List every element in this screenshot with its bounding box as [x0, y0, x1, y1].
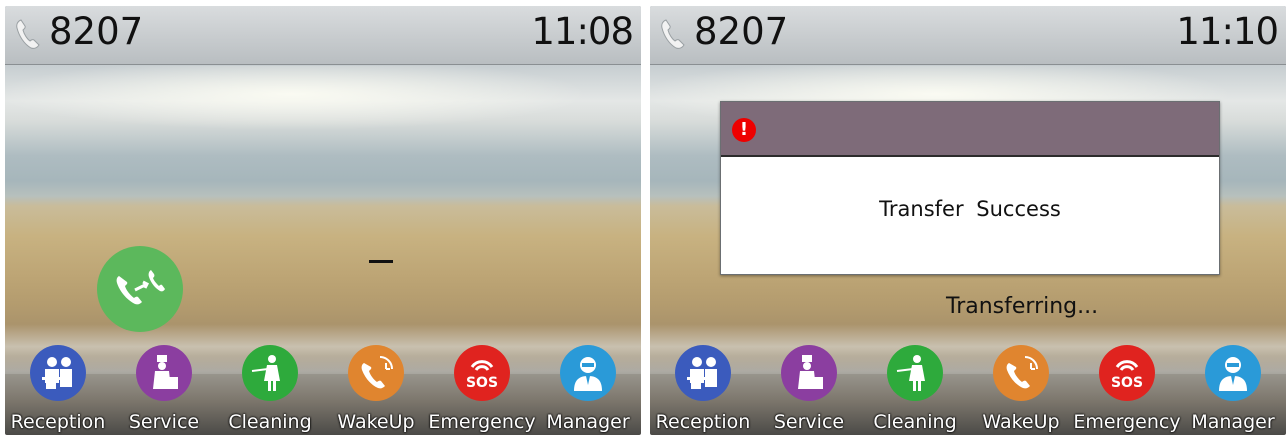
shortcut-service[interactable]: Service	[111, 341, 217, 435]
clock-time: 11:10	[1176, 10, 1279, 53]
dialog-header: !	[721, 102, 1219, 157]
wakeup-icon	[993, 345, 1049, 401]
service-icon	[781, 345, 837, 401]
phone-handset-icon	[661, 19, 685, 49]
shortcut-label: Emergency	[1073, 411, 1181, 433]
alert-icon: !	[732, 118, 756, 142]
shortcut-label: Manager	[546, 411, 630, 433]
shortcut-label: Service	[773, 411, 845, 433]
shortcut-wakeup[interactable]: WakeUp	[968, 341, 1074, 435]
reception-icon	[30, 345, 86, 401]
reception-icon	[675, 345, 731, 401]
transfer-call-icon[interactable]	[97, 246, 183, 332]
shortcut-manager[interactable]: Manager	[535, 341, 641, 435]
svg-text:SOS: SOS	[1111, 375, 1143, 391]
shortcut-label: Reception	[10, 411, 106, 433]
dialog-message: Transfer Success	[879, 197, 1061, 221]
call-status-dash	[369, 260, 393, 263]
transferring-status: Transferring...	[946, 294, 1099, 319]
svg-text:SOS: SOS	[466, 375, 498, 391]
shortcut-label: Emergency	[428, 411, 536, 433]
shortcut-label: WakeUp	[982, 411, 1060, 433]
shortcut-emergency[interactable]: SOS Emergency	[1073, 341, 1181, 435]
status-bar: 8207 11:08	[5, 6, 641, 65]
shortcut-manager[interactable]: Manager	[1180, 341, 1286, 435]
shortcut-label: Cleaning	[228, 411, 312, 433]
manager-icon	[1205, 345, 1261, 401]
emergency-sos-icon: SOS	[454, 345, 510, 401]
manager-icon	[560, 345, 616, 401]
shortcut-label: Reception	[655, 411, 751, 433]
phone-handset-icon	[16, 19, 40, 49]
cleaning-icon	[242, 345, 298, 401]
clock-time: 11:08	[531, 10, 634, 53]
extension-number: 8207	[694, 10, 789, 53]
shortcut-bar: Reception Service Cleaning WakeUp SOS Em…	[5, 341, 641, 435]
background-sky-glow	[5, 66, 641, 136]
shortcut-cleaning[interactable]: Cleaning	[217, 341, 323, 435]
wakeup-icon	[348, 345, 404, 401]
phone-screen-idle: 8207 11:08 Reception Service Cleaning Wa…	[5, 6, 641, 435]
shortcut-cleaning[interactable]: Cleaning	[862, 341, 968, 435]
emergency-sos-icon: SOS	[1099, 345, 1155, 401]
shortcut-emergency[interactable]: SOS Emergency	[428, 341, 536, 435]
shortcut-reception[interactable]: Reception	[5, 341, 111, 435]
shortcut-service[interactable]: Service	[756, 341, 862, 435]
phone-screen-transferring: 8207 11:10 ! Transfer Success Transferri…	[650, 6, 1286, 435]
shortcut-label: Cleaning	[873, 411, 957, 433]
shortcut-label: Service	[128, 411, 200, 433]
cleaning-icon	[887, 345, 943, 401]
service-icon	[136, 345, 192, 401]
shortcut-bar: Reception Service Cleaning WakeUp SOS Em…	[650, 341, 1286, 435]
shortcut-label: WakeUp	[337, 411, 415, 433]
extension-number: 8207	[49, 10, 144, 53]
transfer-result-dialog: ! Transfer Success	[720, 101, 1220, 275]
status-bar: 8207 11:10	[650, 6, 1286, 65]
shortcut-reception[interactable]: Reception	[650, 341, 756, 435]
shortcut-wakeup[interactable]: WakeUp	[323, 341, 429, 435]
shortcut-label: Manager	[1191, 411, 1275, 433]
